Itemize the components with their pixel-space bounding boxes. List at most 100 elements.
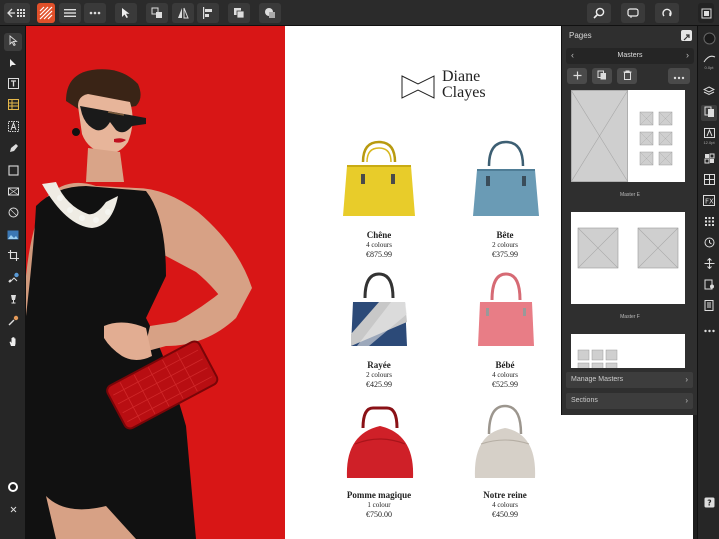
- master-thumbnail[interactable]: [570, 89, 685, 183]
- view-zoom-button[interactable]: [587, 3, 611, 23]
- delete-page-button[interactable]: [617, 68, 637, 84]
- document-menu-button[interactable]: [4, 3, 30, 23]
- handbag-blue: [473, 140, 539, 216]
- layers-studio-tab[interactable]: [701, 84, 717, 100]
- product-name: Chêne: [366, 230, 392, 240]
- align-button[interactable]: [197, 3, 219, 23]
- constraints-studio-tab[interactable]: [701, 277, 717, 293]
- rectangle-tool[interactable]: [4, 163, 22, 181]
- image-icon: [7, 230, 19, 243]
- color-swatch[interactable]: [4, 479, 22, 497]
- fill-bucket-icon: [7, 272, 19, 286]
- preview-mode-button[interactable]: [621, 3, 645, 23]
- flip-button[interactable]: [172, 3, 194, 23]
- character-icon: [703, 127, 715, 140]
- arrange-button[interactable]: [146, 3, 168, 23]
- table-tool[interactable]: [4, 97, 22, 115]
- manage-masters-row[interactable]: Manage Masters ›: [566, 372, 693, 388]
- master-g-layout: [577, 349, 618, 368]
- swatches-studio-tab[interactable]: [701, 172, 717, 188]
- history-button[interactable]: [655, 3, 679, 23]
- persona-button[interactable]: [37, 3, 55, 23]
- product-image-bebe[interactable]: [476, 272, 536, 353]
- move-tool-button[interactable]: [115, 3, 137, 23]
- grid-dots-icon: [704, 216, 715, 229]
- effects-studio-tab[interactable]: FX: [701, 193, 717, 209]
- hand-icon: [8, 336, 19, 350]
- swap-colors-button[interactable]: [4, 501, 22, 519]
- hamburger-icon: [64, 8, 76, 18]
- boolean-button[interactable]: [228, 3, 250, 23]
- masters-nav-label: Masters: [617, 52, 643, 59]
- back-grid-icon: [6, 7, 28, 19]
- text-styles-studio-tab[interactable]: [701, 151, 717, 167]
- product-image-notre-reine[interactable]: [471, 404, 539, 487]
- clock-icon: [704, 237, 715, 250]
- product-card: Bébé 4 colours €525.99: [445, 360, 565, 389]
- sections-label: Sections: [571, 397, 598, 404]
- sections-row[interactable]: Sections ›: [566, 393, 693, 409]
- picture-frame-tool[interactable]: [4, 184, 22, 202]
- pen-tool[interactable]: [4, 141, 22, 159]
- color-picker-tool[interactable]: [4, 313, 22, 331]
- arrange-icon: [151, 7, 163, 19]
- product-name: Bête: [496, 230, 514, 240]
- master-f-layout: [577, 227, 679, 269]
- export-button[interactable]: [698, 3, 714, 23]
- move-tool[interactable]: [4, 33, 22, 51]
- product-image-bete[interactable]: [471, 140, 541, 225]
- more-menu-button[interactable]: [84, 3, 106, 23]
- ellipse-frame-tool[interactable]: [4, 205, 22, 223]
- pages-studio-tab[interactable]: [701, 105, 717, 121]
- fill-tool[interactable]: [4, 270, 22, 288]
- color-studio-tab[interactable]: [701, 31, 717, 47]
- node-pointer-icon: [9, 58, 17, 71]
- tools-panel: [0, 26, 26, 539]
- view-tool[interactable]: [4, 334, 22, 352]
- pages-more-button[interactable]: [668, 68, 690, 84]
- history-studio-tab[interactable]: [701, 235, 717, 251]
- pointer-outline-icon: [9, 35, 18, 49]
- color-circle-icon: [703, 32, 716, 47]
- main-menu-button[interactable]: [59, 3, 81, 23]
- navigator-studio-tab[interactable]: [701, 256, 717, 272]
- chevron-right-icon[interactable]: ›: [686, 50, 689, 60]
- panel-expand-button[interactable]: [681, 30, 692, 41]
- duplicate-page-button[interactable]: [592, 68, 612, 84]
- product-price: €425.99: [366, 380, 392, 389]
- transparency-tool[interactable]: [4, 291, 22, 309]
- insert-button[interactable]: [259, 3, 281, 23]
- gear-page-icon: [704, 279, 715, 292]
- more-studios-button[interactable]: [701, 322, 717, 338]
- stroke-studio-tab[interactable]: 0.0pt: [701, 52, 717, 72]
- artistic-text-tool[interactable]: [4, 119, 22, 137]
- brand-line-1: Diane: [442, 68, 481, 85]
- crop-tool[interactable]: [4, 248, 22, 266]
- character-studio-tab[interactable]: 12.0pt: [701, 126, 717, 146]
- transform-studio-tab[interactable]: [701, 214, 717, 230]
- affinity-publisher-window: Diane Clayes Chêne 4 colours €875.99 Bêt…: [0, 0, 719, 539]
- product-price: €525.99: [492, 380, 518, 389]
- zoom-icon: [592, 7, 606, 19]
- preflight-studio-tab[interactable]: [701, 298, 717, 314]
- help-button[interactable]: ?: [701, 495, 717, 511]
- master-thumbnail[interactable]: [571, 212, 685, 304]
- product-name: Rayée: [367, 360, 391, 370]
- node-tool[interactable]: [4, 55, 22, 73]
- manage-masters-label: Manage Masters: [571, 376, 624, 383]
- master-thumbnail[interactable]: [571, 334, 685, 368]
- add-page-button[interactable]: [567, 68, 587, 84]
- product-image-chene[interactable]: [341, 140, 417, 225]
- text-frame-tool[interactable]: [4, 76, 22, 94]
- trash-icon: [623, 67, 632, 85]
- boolean-add-icon: [233, 7, 245, 19]
- fashion-model-photo[interactable]: [26, 26, 285, 539]
- help-icon: ?: [704, 497, 715, 510]
- product-price: €450.99: [492, 510, 518, 519]
- product-colours: 2 colours: [366, 371, 392, 379]
- product-colours: 4 colours: [492, 371, 518, 379]
- export-icon: [701, 8, 712, 19]
- product-image-rayee[interactable]: [349, 272, 409, 353]
- place-image-tool[interactable]: [4, 227, 22, 245]
- product-image-pomme-magique[interactable]: [343, 404, 417, 487]
